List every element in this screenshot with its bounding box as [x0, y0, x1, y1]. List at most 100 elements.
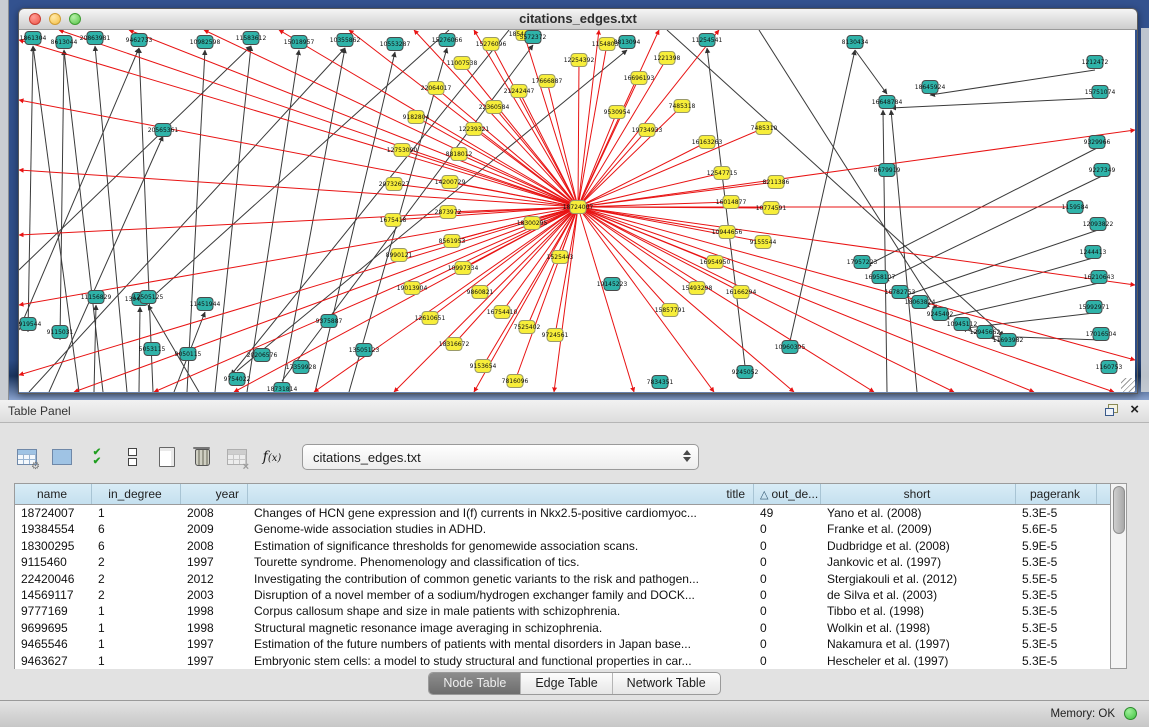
network-node[interactable]: 21242447	[504, 85, 535, 98]
network-edge-selected[interactable]	[578, 130, 647, 207]
network-canvas[interactable]: 9724561752540216754410986082110997334856…	[19, 30, 1135, 392]
table-cell[interactable]: 22420046	[15, 571, 92, 587]
network-node[interactable]: 5053115	[139, 343, 166, 356]
network-edge[interactable]	[28, 46, 33, 332]
table-cell[interactable]: 0	[754, 620, 821, 636]
network-node[interactable]: 17016504	[1086, 328, 1117, 341]
network-node[interactable]: 1861304	[20, 32, 47, 45]
network-window-titlebar[interactable]: citations_edges.txt	[19, 9, 1137, 30]
table-cell[interactable]: 9115460	[15, 554, 92, 570]
table-cell[interactable]: Stergiakouli et al. (2012)	[821, 571, 1016, 587]
network-edge-selected[interactable]	[578, 207, 954, 392]
table-row[interactable]: 1872400712008Changes of HCN gene express…	[15, 505, 1110, 521]
network-node[interactable]: 9245052	[732, 366, 759, 379]
network-node[interactable]: 12610651	[415, 312, 446, 325]
network-node[interactable]: 10960395	[775, 341, 806, 354]
table-row[interactable]: 2242004622012Investigating the contribut…	[15, 571, 1110, 587]
table-cell[interactable]: Structural magnetic resonance image aver…	[248, 620, 754, 636]
network-node[interactable]: 11007538	[447, 57, 478, 70]
network-edge-selected[interactable]	[19, 207, 578, 305]
table-cell[interactable]: Investigating the contribution of common…	[248, 571, 754, 587]
network-edge[interactable]	[29, 48, 345, 392]
network-node[interactable]: 10944656	[712, 226, 743, 239]
network-edge-selected[interactable]	[578, 207, 794, 392]
table-cell[interactable]: 0	[754, 554, 821, 570]
rows-icon[interactable]	[119, 444, 145, 470]
network-edge-selected[interactable]	[154, 207, 578, 392]
table-cell[interactable]: 0	[754, 653, 821, 669]
network-edge[interactable]	[19, 46, 251, 270]
network-node[interactable]: 15493298	[682, 282, 713, 295]
network-node[interactable]: 16166294	[726, 286, 757, 299]
network-node[interactable]: 9115031	[47, 326, 74, 339]
network-node[interactable]: 9530954	[604, 106, 631, 119]
table-cell[interactable]: Estimation of significance thresholds fo…	[248, 538, 754, 554]
table-cell[interactable]: 5.6E-5	[1016, 521, 1097, 537]
table-selector-dropdown[interactable]: citations_edges.txt	[302, 444, 699, 470]
network-edge[interactable]	[95, 46, 127, 392]
network-node[interactable]: 9155544	[750, 236, 777, 249]
table-cell[interactable]: 14569117	[15, 587, 92, 603]
network-node[interactable]: 18316672	[439, 338, 470, 351]
table-cell[interactable]: 18300295	[15, 538, 92, 554]
table-panel-header[interactable]: Table Panel ×	[0, 400, 1149, 423]
table-cell[interactable]: Changes of HCN gene expression and I(f) …	[248, 505, 754, 521]
table-cell[interactable]: 5.3E-5	[1016, 587, 1097, 603]
table-cell[interactable]: 1	[92, 620, 181, 636]
column-header-pagerank[interactable]: pagerank	[1016, 484, 1097, 504]
network-edge-selected[interactable]	[129, 30, 578, 207]
network-edge-selected[interactable]	[578, 30, 719, 207]
column-layout-icon[interactable]	[49, 444, 75, 470]
select-all-check-icon[interactable]: ✔✔	[84, 444, 110, 470]
network-node[interactable]: 11156829	[81, 291, 112, 304]
network-node[interactable]: 9375887	[316, 315, 343, 328]
network-edge-selected[interactable]	[393, 207, 578, 220]
network-edge-selected[interactable]	[59, 30, 578, 207]
table-cell[interactable]: 1	[92, 505, 181, 521]
network-node[interactable]: 3919544	[19, 318, 42, 331]
table-cell[interactable]: 2003	[181, 587, 248, 603]
table-cell[interactable]: Tourette syndrome. Phenomenology and cla…	[248, 554, 754, 570]
tab-network-table[interactable]: Network Table	[613, 673, 720, 694]
network-node[interactable]: 7485318	[669, 100, 696, 113]
table-cell[interactable]: de Silva et al. (2003)	[821, 587, 1016, 603]
table-cell[interactable]: 18724007	[15, 505, 92, 521]
column-header-name[interactable]: name	[15, 484, 92, 504]
table-row[interactable]: 977716911998Corpus callosum shape and si…	[15, 603, 1110, 619]
network-edge-selected[interactable]	[19, 207, 578, 235]
network-node[interactable]: 16782753	[885, 286, 916, 299]
table-cell[interactable]: Yano et al. (2008)	[821, 505, 1016, 521]
network-node[interactable]: 17359928	[286, 361, 317, 374]
table-cell[interactable]: Jankovic et al. (1997)	[821, 554, 1016, 570]
network-node[interactable]: 8130434	[842, 36, 869, 49]
network-node[interactable]: 9462733	[126, 34, 153, 47]
network-edge[interactable]	[231, 30, 509, 375]
table-cell[interactable]: 0	[754, 587, 821, 603]
network-node[interactable]: 12093822	[1083, 218, 1114, 231]
network-node[interactable]: 10774591	[756, 202, 787, 215]
window-resize-grip[interactable]	[1121, 378, 1135, 392]
network-edge[interactable]	[215, 46, 251, 392]
table-cell[interactable]: 5.3E-5	[1016, 653, 1097, 669]
table-cell[interactable]: 0	[754, 636, 821, 652]
tab-edge-table[interactable]: Edge Table	[521, 673, 612, 694]
table-cell[interactable]: 5.5E-5	[1016, 571, 1097, 587]
table-cell[interactable]: 2008	[181, 538, 248, 554]
network-node[interactable]: 18731814	[267, 383, 298, 393]
table-cell[interactable]: 9465546	[15, 636, 92, 652]
network-node[interactable]: 20863981	[80, 32, 111, 45]
table-cell[interactable]: 19384554	[15, 521, 92, 537]
table-row[interactable]: 969969511998Structural magnetic resonanc…	[15, 620, 1110, 636]
network-node[interactable]: 13505123	[349, 344, 380, 357]
table-cell[interactable]: 1997	[181, 554, 248, 570]
table-cell[interactable]: 0	[754, 603, 821, 619]
table-row[interactable]: 911546021997Tourette syndrome. Phenomeno…	[15, 554, 1110, 570]
collapsed-panel-strip[interactable]	[0, 0, 9, 400]
new-document-icon[interactable]	[154, 444, 180, 470]
network-node[interactable]: 9182804	[403, 111, 430, 124]
network-node[interactable]: 1212472	[1082, 56, 1109, 69]
network-node[interactable]: 9050115	[175, 348, 202, 361]
network-node[interactable]: 9724561	[542, 329, 569, 342]
network-node[interactable]: 12254392	[564, 54, 595, 67]
table-cell[interactable]: 1997	[181, 636, 248, 652]
